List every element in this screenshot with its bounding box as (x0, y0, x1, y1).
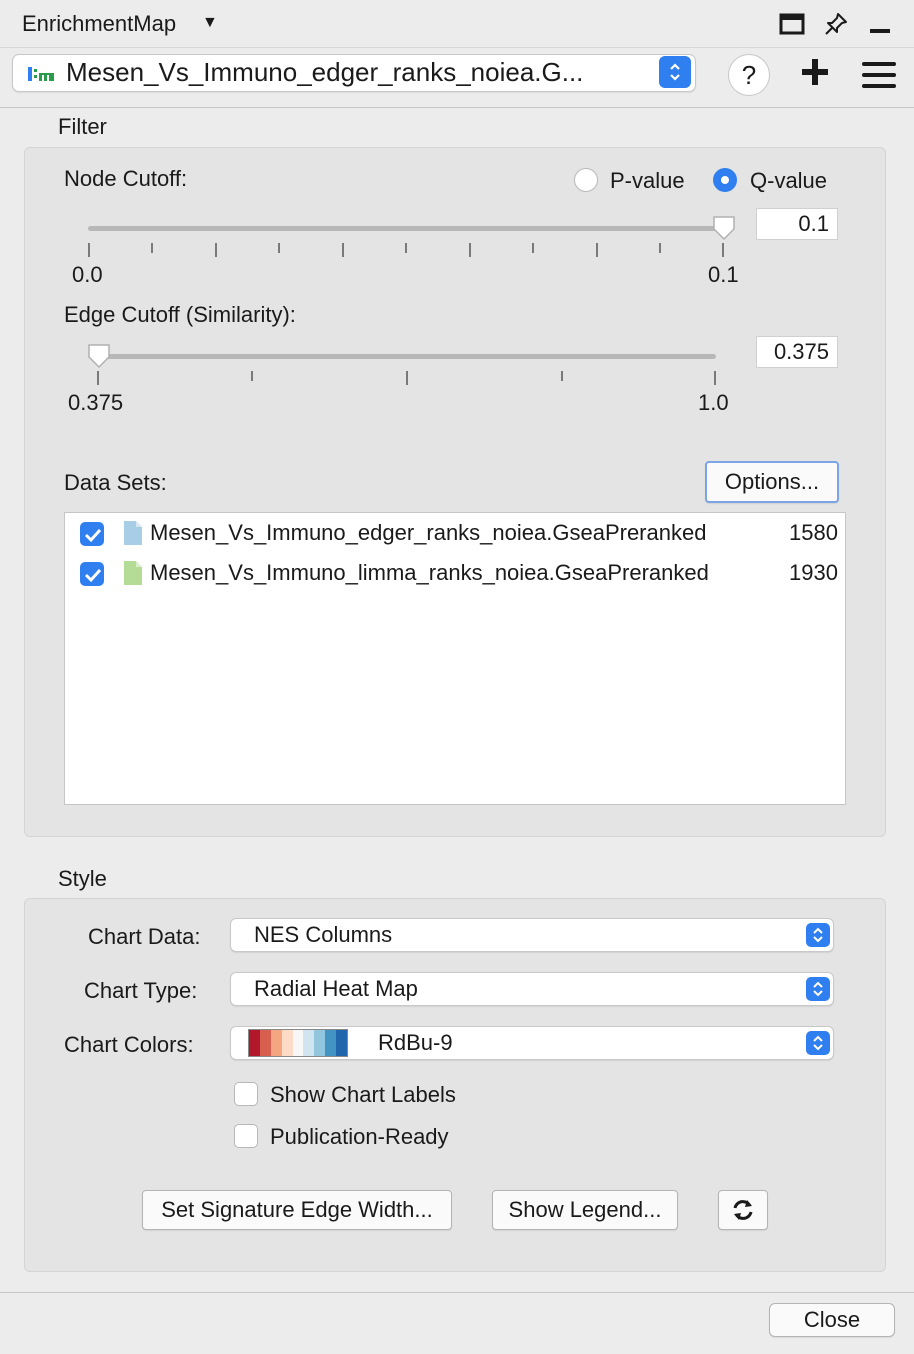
node-cutoff-label: Node Cutoff: (64, 166, 188, 191)
palette-color-cell (303, 1030, 315, 1056)
dataset-name: Mesen_Vs_Immuno_edger_ranks_noiea.GseaPr… (150, 520, 707, 545)
refresh-icon (733, 1200, 753, 1220)
show-legend-button[interactable]: Show Legend... (492, 1190, 678, 1230)
node-cutoff-min-label: 0.0 (72, 262, 103, 287)
add-icon[interactable] (800, 57, 830, 93)
dataset-count: 1580 (789, 520, 838, 545)
close-button[interactable]: Close (769, 1303, 895, 1337)
network-icon (28, 63, 54, 81)
publication-ready-label: Publication-Ready (270, 1124, 449, 1149)
node-cutoff-slider-track[interactable] (88, 226, 724, 231)
slider-tick (714, 371, 716, 385)
menu-icon[interactable] (862, 60, 896, 90)
palette-color-cell (336, 1030, 348, 1056)
palette-color-cell (325, 1030, 337, 1056)
node-cutoff-field[interactable]: 0.1 (756, 208, 838, 240)
dataset-checkbox[interactable] (80, 562, 104, 586)
slider-tick (151, 243, 153, 253)
minimize-icon[interactable] (866, 10, 894, 38)
pvalue-radio[interactable] (574, 168, 598, 192)
network-select-arrows-icon[interactable] (659, 56, 691, 88)
slider-tick (215, 243, 217, 257)
float-window-icon[interactable] (778, 10, 806, 38)
node-cutoff-max-label: 0.1 (708, 262, 739, 287)
chart-type-value: Radial Heat Map (254, 976, 418, 1001)
palette-color-cell (292, 1030, 304, 1056)
qvalue-radio[interactable] (713, 168, 737, 192)
chart-colors-value: RdBu-9 (378, 1030, 453, 1055)
edge-cutoff-field[interactable]: 0.375 (756, 336, 838, 368)
publication-ready-checkbox[interactable] (234, 1124, 258, 1148)
refresh-button[interactable] (718, 1190, 768, 1230)
show-chart-labels-label: Show Chart Labels (270, 1082, 456, 1107)
slider-tick (596, 243, 598, 257)
datasets-label: Data Sets: (64, 470, 167, 495)
node-cutoff-slider-thumb[interactable] (712, 215, 736, 241)
chart-data-label: Chart Data: (88, 924, 201, 949)
palette-color-cell (281, 1030, 293, 1056)
slider-tick (406, 371, 408, 385)
edge-cutoff-min-label: 0.375 (68, 390, 124, 415)
show-chart-labels-checkbox[interactable] (234, 1082, 258, 1106)
color-palette-swatch (248, 1029, 348, 1057)
slider-tick (532, 243, 534, 253)
chart-type-label: Chart Type: (84, 978, 198, 1003)
network-select-value: Mesen_Vs_Immuno_edger_ranks_noiea.G... (66, 57, 584, 87)
edge-cutoff-slider-track[interactable] (98, 354, 716, 359)
slider-tick (97, 371, 99, 385)
edge-cutoff-slider-thumb[interactable] (87, 343, 111, 369)
slider-tick (469, 243, 471, 257)
style-section-label: Style (58, 866, 107, 891)
dataset-count: 1930 (789, 560, 838, 585)
set-signature-edge-width-button[interactable]: Set Signature Edge Width... (142, 1190, 452, 1230)
chart-data-arrows-icon[interactable] (806, 923, 830, 947)
datasets-list[interactable] (64, 512, 846, 805)
title-dropdown-caret-icon[interactable]: ▼ (202, 14, 218, 32)
palette-color-cell (314, 1030, 326, 1056)
chart-data-value: NES Columns (254, 922, 393, 947)
slider-tick (405, 243, 407, 253)
help-button[interactable]: ? (728, 54, 770, 96)
dataset-name: Mesen_Vs_Immuno_limma_ranks_noiea.GseaPr… (150, 560, 709, 585)
pvalue-radio-label: P-value (610, 168, 685, 193)
bottom-divider (0, 1292, 914, 1293)
chart-colors-label: Chart Colors: (64, 1032, 194, 1057)
palette-color-cell (249, 1030, 260, 1056)
slider-tick (278, 243, 280, 253)
options-button[interactable]: Options... (705, 461, 839, 503)
slider-tick (722, 243, 724, 257)
file-icon (124, 561, 142, 585)
palette-color-cell (259, 1030, 271, 1056)
qvalue-radio-label: Q-value (750, 168, 828, 193)
slider-tick (251, 371, 253, 381)
edge-cutoff-max-label: 1.0 (698, 390, 729, 415)
filter-section-label: Filter (58, 114, 107, 139)
chart-colors-arrows-icon[interactable] (806, 1031, 830, 1055)
slider-tick (88, 243, 90, 257)
dataset-checkbox[interactable] (80, 522, 104, 546)
palette-color-cell (270, 1030, 282, 1056)
slider-tick (561, 371, 563, 381)
chart-type-arrows-icon[interactable] (806, 977, 830, 1001)
panel-title: EnrichmentMap (22, 11, 177, 36)
edge-cutoff-label: Edge Cutoff (Similarity): (64, 302, 296, 327)
file-icon (124, 521, 142, 545)
pin-icon[interactable] (822, 10, 850, 38)
slider-tick (659, 243, 661, 253)
slider-tick (342, 243, 344, 257)
